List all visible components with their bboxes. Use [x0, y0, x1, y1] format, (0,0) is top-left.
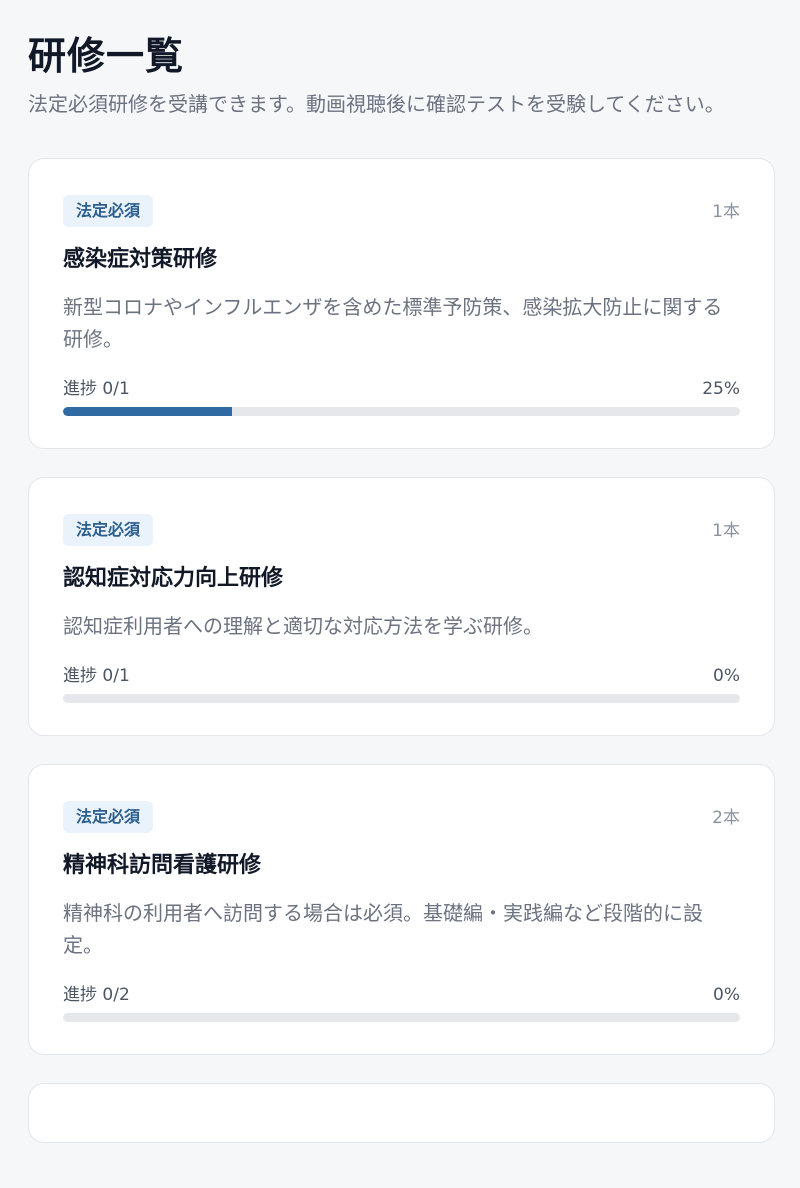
course-card-psychiatric-visit[interactable]: 法定必須 2本 精神科訪問看護研修 精神科の利用者へ訪問する場合は必須。基礎編・… [28, 764, 775, 1055]
required-badge: 法定必須 [63, 801, 154, 833]
progress-percent: 25% [702, 379, 740, 399]
progress-label: 進捗 0/2 [63, 985, 130, 1005]
progress-label: 進捗 0/1 [63, 379, 130, 399]
page-description: 法定必須研修を受講できます。動画視聴後に確認テストを受験してください。 [28, 92, 725, 116]
progress-row: 進捗 0/1 0% [63, 664, 740, 688]
video-count: 1本 [712, 521, 740, 541]
course-card-infection-control[interactable]: 法定必須 1本 感染症対策研修 新型コロナやインフルエンザを含めた標準予防策、感… [28, 158, 775, 449]
progress-bar-fill [63, 407, 233, 416]
page-title: 研修一覧 [28, 34, 185, 78]
progress-row: 進捗 0/2 0% [63, 983, 740, 1007]
required-badge: 法定必須 [63, 195, 154, 227]
course-description: 新型コロナやインフルエンザを含めた標準予防策、感染拡大防止に関する研修。 [63, 295, 723, 351]
course-description: 認知症利用者への理解と適切な対応方法を学ぶ研修。 [63, 614, 543, 638]
progress-percent: 0% [713, 985, 740, 1005]
progress-label: 進捗 0/1 [63, 666, 130, 686]
video-count: 2本 [712, 808, 740, 828]
required-badge: 法定必須 [63, 514, 154, 546]
video-count: 1本 [712, 202, 740, 222]
progress-percent: 0% [713, 666, 740, 686]
course-title: 認知症対応力向上研修 [63, 566, 284, 591]
progress-bar [63, 407, 740, 416]
course-list: 法定必須 1本 感染症対策研修 新型コロナやインフルエンザを含めた標準予防策、感… [28, 158, 775, 1143]
course-title: 感染症対策研修 [63, 247, 218, 272]
course-card-partial[interactable] [28, 1083, 775, 1143]
progress-bar [63, 1013, 740, 1022]
course-title: 精神科訪問看護研修 [63, 853, 262, 878]
course-description: 精神科の利用者へ訪問する場合は必須。基礎編・実践編など段階的に設定。 [63, 901, 703, 957]
progress-bar [63, 694, 740, 703]
progress-row: 進捗 0/1 25% [63, 377, 740, 401]
course-card-dementia-care[interactable]: 法定必須 1本 認知症対応力向上研修 認知症利用者への理解と適切な対応方法を学ぶ… [28, 477, 775, 736]
training-list-page: 研修一覧 法定必須研修を受講できます。動画視聴後に確認テストを受験してください。… [0, 0, 800, 1143]
